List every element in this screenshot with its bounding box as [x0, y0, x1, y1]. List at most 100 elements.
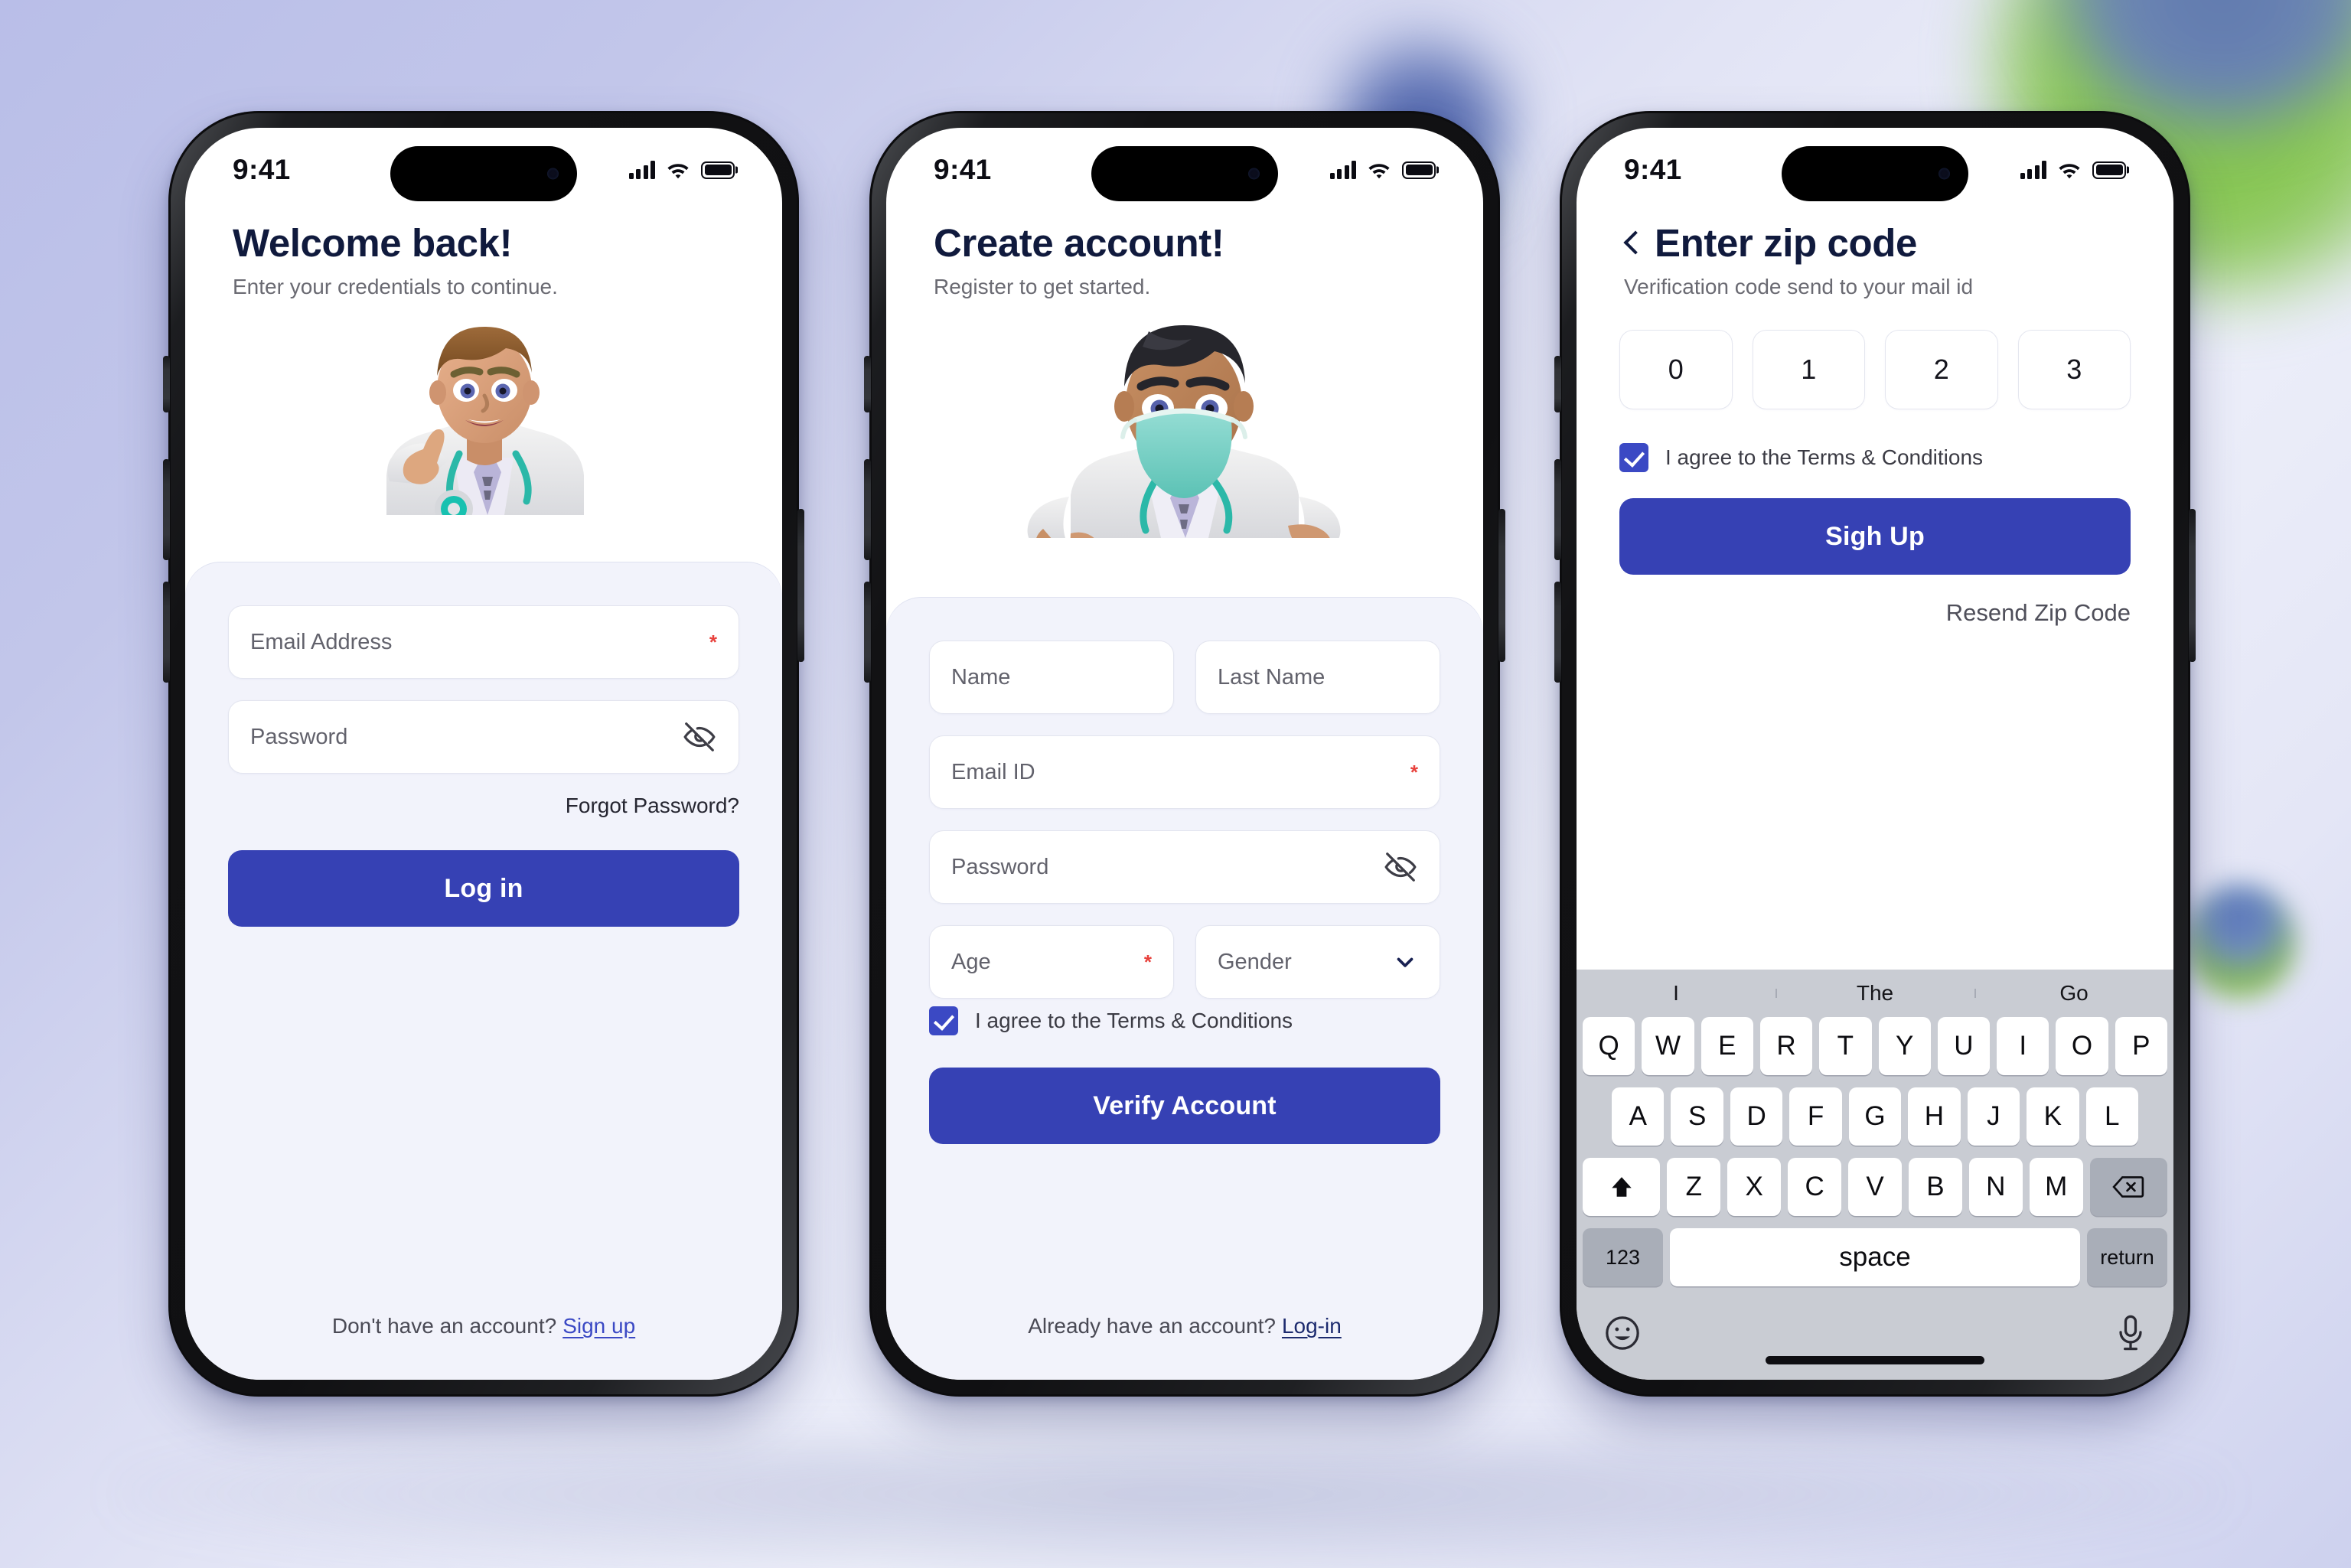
terms-checkbox[interactable] — [929, 1006, 958, 1035]
emoji-smiley-icon[interactable] — [1603, 1313, 1642, 1353]
zip-digit-1[interactable]: 1 — [1752, 330, 1865, 410]
register-screen: 9:41 Create account! Register to get sta… — [886, 128, 1483, 1380]
password-field[interactable]: Password — [228, 700, 739, 774]
key-d[interactable]: D — [1730, 1087, 1783, 1146]
terms-checkbox[interactable] — [1619, 443, 1648, 473]
status-indicators — [1329, 160, 1436, 180]
key-v[interactable]: V — [1848, 1158, 1902, 1216]
key-i[interactable]: I — [1997, 1017, 2049, 1075]
key-w[interactable]: W — [1642, 1017, 1694, 1075]
shift-arrow-glyph — [1611, 1177, 1632, 1197]
return-key[interactable]: return — [2086, 1228, 2168, 1286]
on-screen-keyboard: I The Go Q W E R T Y U I O P A S D F G H… — [1577, 970, 2173, 1380]
age-field[interactable]: Age * — [929, 925, 1174, 999]
keyboard-row-4: 123 space return — [1583, 1228, 2168, 1286]
doctor-thumbs-up-3d-character — [386, 327, 584, 516]
silent-switch[interactable] — [1554, 356, 1561, 412]
key-a[interactable]: A — [1612, 1087, 1665, 1146]
terms-label: I agree to the Terms & Conditions — [975, 1009, 1293, 1032]
key-l[interactable]: L — [2085, 1087, 2138, 1146]
space-key[interactable]: space — [1670, 1228, 2080, 1286]
key-h[interactable]: H — [1908, 1087, 1961, 1146]
first-name-field[interactable]: Name — [929, 641, 1174, 714]
key-z[interactable]: Z — [1667, 1158, 1721, 1216]
keyboard-suggestion-bar: I The Go — [1577, 970, 2173, 1017]
last-name-field[interactable]: Last Name — [1195, 641, 1440, 714]
key-y[interactable]: Y — [1878, 1017, 1931, 1075]
terms-agreement-row[interactable]: I agree to the Terms & Conditions — [929, 1006, 1440, 1035]
key-b[interactable]: B — [1908, 1158, 1962, 1216]
login-button[interactable]: Log in — [228, 850, 739, 927]
signup-link[interactable]: Sign up — [562, 1314, 635, 1338]
zip-digit-3[interactable]: 3 — [2017, 330, 2131, 410]
suggestion-2[interactable]: The — [1775, 981, 1974, 1006]
microphone-icon[interactable] — [2114, 1313, 2147, 1353]
login-link[interactable]: Log-in — [1282, 1314, 1342, 1338]
key-u[interactable]: U — [1937, 1017, 1991, 1075]
power-button[interactable] — [797, 509, 804, 662]
volume-down-button[interactable] — [864, 582, 871, 683]
sign-up-button[interactable]: Sigh Up — [1619, 498, 2131, 575]
zipcode-body: 0 1 2 3 I agree to the Terms & Condition… — [1577, 299, 2173, 627]
email-field[interactable]: Email Address * — [228, 605, 739, 679]
suggestion-1[interactable]: I — [1577, 981, 1775, 1006]
forgot-password-link[interactable]: Forgot Password? — [228, 794, 739, 818]
chevron-left-icon[interactable] — [1624, 230, 1638, 256]
power-button[interactable] — [1498, 509, 1505, 662]
wifi-icon — [1368, 164, 1390, 179]
silent-switch[interactable] — [163, 356, 170, 412]
terms-agreement-row[interactable]: I agree to the Terms & Conditions — [1619, 443, 2131, 473]
eye-off-icon[interactable] — [1383, 849, 1418, 885]
silent-switch[interactable] — [864, 356, 871, 412]
backspace-delete-icon[interactable] — [2089, 1158, 2168, 1216]
key-e[interactable]: E — [1700, 1017, 1753, 1075]
password-field[interactable]: Password — [929, 830, 1440, 904]
key-q[interactable]: Q — [1583, 1017, 1635, 1075]
key-o[interactable]: O — [2056, 1017, 2108, 1075]
numeric-mode-key[interactable]: 123 — [1583, 1228, 1664, 1286]
wifi-icon — [2059, 164, 2080, 179]
email-field[interactable]: Email ID * — [929, 735, 1440, 809]
eye-off-icon[interactable] — [682, 719, 717, 755]
status-time: 9:41 — [233, 154, 291, 185]
zipcode-screen: 9:41 Enter zip code Verification code se… — [1577, 128, 2173, 1380]
login-header: Welcome back! Enter your credentials to … — [185, 212, 782, 299]
key-g[interactable]: G — [1848, 1087, 1902, 1146]
key-p[interactable]: P — [2115, 1017, 2167, 1075]
wifi-icon — [667, 164, 689, 179]
volume-down-button[interactable] — [1554, 582, 1561, 683]
keyboard-row-2: A S D F G H J K L — [1583, 1087, 2167, 1146]
power-button[interactable] — [2189, 509, 2196, 662]
age-gender-row: Age * Gender — [929, 925, 1440, 999]
password-placeholder: Password — [951, 854, 1049, 879]
dynamic-island — [1091, 146, 1278, 201]
resend-zip-code-link[interactable]: Resend Zip Code — [1619, 599, 2131, 627]
chevron-down-icon[interactable] — [1392, 949, 1418, 975]
screenshot-stage: 9:41 Welcome back! Enter your credential… — [0, 0, 2351, 1568]
key-x[interactable]: X — [1727, 1158, 1782, 1216]
age-placeholder: Age — [951, 949, 991, 974]
home-indicator — [1766, 1356, 1984, 1364]
first-name-placeholder: Name — [951, 664, 1011, 689]
volume-up-button[interactable] — [864, 459, 871, 560]
key-r[interactable]: R — [1759, 1017, 1813, 1075]
shift-up-arrow-icon[interactable] — [1582, 1158, 1661, 1216]
cellular-signal-icon — [1329, 161, 1356, 179]
volume-up-button[interactable] — [163, 459, 170, 560]
gender-select[interactable]: Gender — [1195, 925, 1440, 999]
key-c[interactable]: C — [1788, 1158, 1842, 1216]
verify-account-button[interactable]: Verify Account — [929, 1068, 1440, 1144]
volume-down-button[interactable] — [163, 582, 170, 683]
zip-digit-2[interactable]: 2 — [1885, 330, 1998, 410]
zip-digit-0[interactable]: 0 — [1619, 330, 1733, 410]
key-k[interactable]: K — [2027, 1087, 2079, 1146]
key-f[interactable]: F — [1789, 1087, 1842, 1146]
suggestion-3[interactable]: Go — [1974, 981, 2173, 1006]
key-m[interactable]: M — [2029, 1158, 2083, 1216]
key-n[interactable]: N — [1968, 1158, 2023, 1216]
volume-up-button[interactable] — [1554, 459, 1561, 560]
keyboard-row-1: Q W E R T Y U I O P — [1583, 1017, 2167, 1075]
key-s[interactable]: S — [1671, 1087, 1723, 1146]
key-t[interactable]: T — [1819, 1017, 1872, 1075]
key-j[interactable]: J — [1967, 1087, 2020, 1146]
